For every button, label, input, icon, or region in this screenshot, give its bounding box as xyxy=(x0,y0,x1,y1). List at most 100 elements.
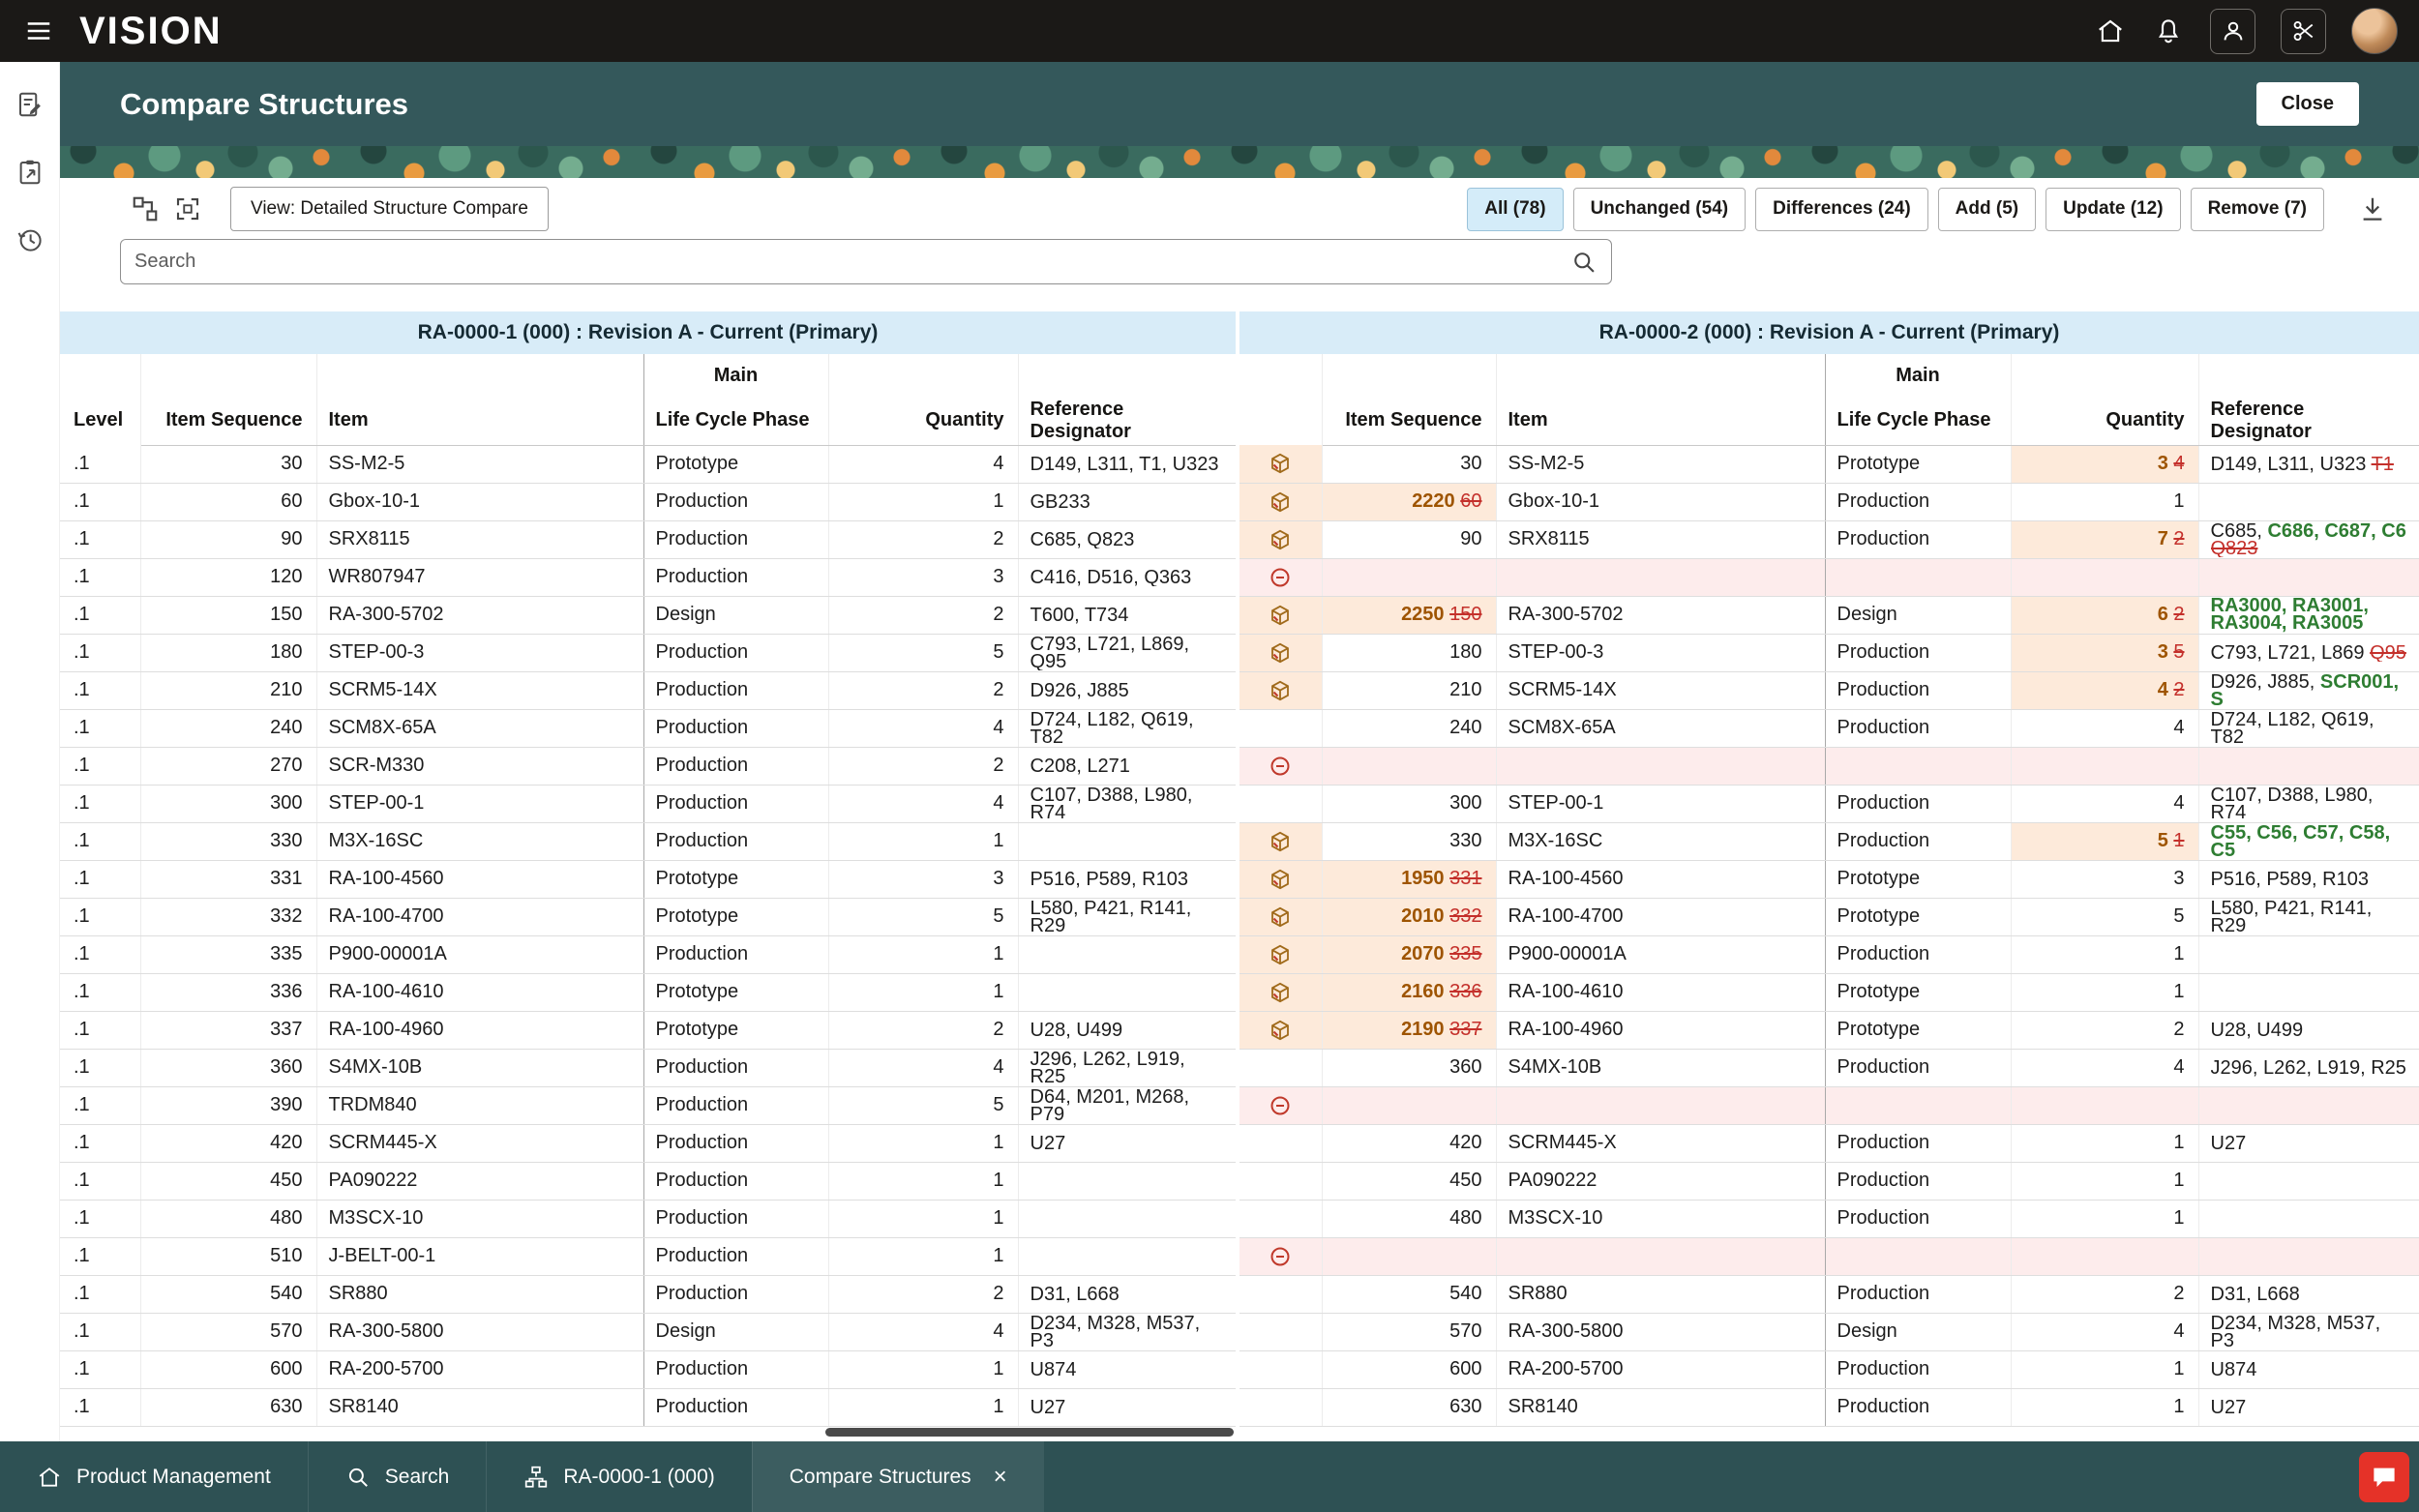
table-row[interactable]: .1120WR807947Production3C416, D516, Q363 xyxy=(60,558,2419,596)
table-row[interactable]: .1480M3SCX-10Production1480M3SCX-10Produ… xyxy=(60,1200,2419,1237)
level-cell: .1 xyxy=(60,1350,140,1388)
reference-designator-cell: D31, L668 xyxy=(1018,1275,1238,1313)
table-row[interactable]: .1331RA-100-4560Prototype3P516, P589, R1… xyxy=(60,860,2419,898)
reference-designator-cell: U27 xyxy=(1018,1388,1238,1426)
taskbar-item-search[interactable]: Search xyxy=(308,1441,487,1512)
expand-icon[interactable] xyxy=(166,188,209,230)
table-row[interactable]: .1630SR8140Production1U27630SR8140Produc… xyxy=(60,1388,2419,1426)
filter-chip-differences-24[interactable]: Differences (24) xyxy=(1755,188,1928,231)
item-sequence-cell: 2070 335 xyxy=(1322,935,1496,973)
taskbar: Product ManagementSearchRA-0000-1 (000)C… xyxy=(0,1441,2419,1512)
life-cycle-phase-cell: Production xyxy=(643,520,828,558)
removed-empty-cell xyxy=(1496,558,1825,596)
filter-chip-remove-7[interactable]: Remove (7) xyxy=(2191,188,2324,231)
level-cell: .1 xyxy=(60,1162,140,1200)
level-cell: .1 xyxy=(60,1086,140,1124)
close-tab-icon[interactable]: × xyxy=(994,1466,1007,1489)
table-row[interactable]: .1330M3X-16SCProduction1330M3X-16SCProdu… xyxy=(60,822,2419,860)
removed-empty-cell xyxy=(1322,747,1496,785)
table-row[interactable]: .1332RA-100-4700Prototype5L580, P421, R1… xyxy=(60,898,2419,935)
table-row[interactable]: .1336RA-100-4610Prototype12160 336RA-100… xyxy=(60,973,2419,1011)
clipboard-export-icon[interactable] xyxy=(15,157,45,188)
table-row[interactable]: .1360S4MX-10BProduction4J296, L262, L919… xyxy=(60,1049,2419,1086)
chat-button[interactable] xyxy=(2359,1452,2409,1502)
table-row[interactable]: .1270SCR-M330Production2C208, L271 xyxy=(60,747,2419,785)
table-row[interactable]: .1510J-BELT-00-1Production1 xyxy=(60,1237,2419,1275)
table-row[interactable]: .1150RA-300-5702Design2T600, T7342250 15… xyxy=(60,596,2419,634)
notifications-bell-icon[interactable] xyxy=(2152,15,2185,47)
item-sequence-cell: 360 xyxy=(1322,1049,1496,1086)
change-indicator-cell xyxy=(1238,1049,1322,1086)
column-header-life-cycle-phase-left[interactable]: Life Cycle Phase xyxy=(643,397,828,445)
reference-designator-cell: D234, M328, M537, P3 xyxy=(1018,1313,1238,1350)
table-row[interactable]: .130SS-M2-5Prototype4D149, L311, T1, U32… xyxy=(60,445,2419,483)
reference-designator-cell: C793, L721, L869, Q95 xyxy=(1018,634,1238,671)
hierarchy-icon[interactable] xyxy=(124,188,166,230)
table-row[interactable]: .1240SCM8X-65AProduction4D724, L182, Q61… xyxy=(60,709,2419,747)
table-row[interactable]: .160Gbox-10-1Production1GB2332220 60Gbox… xyxy=(60,483,2419,520)
taskbar-item-ra-0000-1-000[interactable]: RA-0000-1 (000) xyxy=(486,1441,751,1512)
filter-chip-add-5[interactable]: Add (5) xyxy=(1938,188,2036,231)
table-row[interactable]: .1337RA-100-4960Prototype2U28, U4992190 … xyxy=(60,1011,2419,1049)
table-row[interactable]: .1450PA090222Production1450PA090222Produ… xyxy=(60,1162,2419,1200)
avatar[interactable] xyxy=(2351,8,2398,54)
life-cycle-phase-cell: Production xyxy=(643,483,828,520)
reference-designator-cell xyxy=(1018,935,1238,973)
item-sequence-cell: 420 xyxy=(1322,1124,1496,1162)
life-cycle-phase-cell: Production xyxy=(643,558,828,596)
update-indicator-cell xyxy=(1238,898,1322,935)
table-row[interactable]: .1540SR880Production2D31, L668540SR880Pr… xyxy=(60,1275,2419,1313)
update-change-icon xyxy=(1269,490,1292,514)
audit-form-icon[interactable] xyxy=(15,89,45,120)
column-header-item-right[interactable]: Item xyxy=(1496,397,1825,445)
table-row[interactable]: .1210SCRM5-14XProduction2D926, J885210SC… xyxy=(60,671,2419,709)
download-icon[interactable] xyxy=(2351,188,2394,230)
reference-designator-cell: U874 xyxy=(1018,1350,1238,1388)
view-selector-button[interactable]: View: Detailed Structure Compare xyxy=(230,187,549,231)
cut-tools-button[interactable] xyxy=(2281,9,2326,54)
search-icon[interactable] xyxy=(1570,249,1598,276)
close-button[interactable]: Close xyxy=(2256,82,2359,126)
item-sequence-cell: 630 xyxy=(1322,1388,1496,1426)
table-row[interactable]: .1180STEP-00-3Production5C793, L721, L86… xyxy=(60,634,2419,671)
table-row[interactable]: .1420SCRM445-XProduction1U27420SCRM445-X… xyxy=(60,1124,2419,1162)
table-row[interactable]: .1335P900-00001AProduction12070 335P900-… xyxy=(60,935,2419,973)
table-row[interactable]: .1390TRDM840Production5D64, M201, M268, … xyxy=(60,1086,2419,1124)
removed-empty-cell xyxy=(2011,747,2198,785)
table-row[interactable]: .1600RA-200-5700Production1U874600RA-200… xyxy=(60,1350,2419,1388)
filter-chips: All (78)Unchanged (54)Differences (24)Ad… xyxy=(1467,188,2324,231)
quantity-cell: 2 xyxy=(828,596,1018,634)
column-header-life-cycle-phase-right[interactable]: Life Cycle Phase xyxy=(1825,397,2011,445)
column-header-item-sequence-right[interactable]: Item Sequence xyxy=(1322,397,1496,445)
item-sequence-cell: 331 xyxy=(140,860,316,898)
column-header-item-left[interactable]: Item xyxy=(316,397,643,445)
table-row[interactable]: .1300STEP-00-1Production4C107, D388, L98… xyxy=(60,785,2419,822)
topbar-actions xyxy=(2094,8,2398,54)
quantity-cell: 3 5 xyxy=(2011,634,2198,671)
remove-change-icon xyxy=(1269,755,1292,778)
column-header-reference-designator-right[interactable]: Reference Designator xyxy=(2198,397,2419,445)
person-icon xyxy=(2220,17,2247,44)
column-header-quantity-right[interactable]: Quantity xyxy=(2011,397,2198,445)
filter-chip-unchanged-54[interactable]: Unchanged (54) xyxy=(1573,188,1747,231)
filter-chip-update-12[interactable]: Update (12) xyxy=(2046,188,2180,231)
user-tools-button[interactable] xyxy=(2210,9,2255,54)
home-icon[interactable] xyxy=(2094,15,2127,47)
quantity-cell: 1 xyxy=(828,1350,1018,1388)
filter-chip-all-78[interactable]: All (78) xyxy=(1467,188,1563,231)
column-header-item-sequence-left[interactable]: Item Sequence xyxy=(140,397,316,445)
column-header-quantity-left[interactable]: Quantity xyxy=(828,397,1018,445)
quantity-cell: 5 xyxy=(828,898,1018,935)
horizontal-scrollbar[interactable] xyxy=(825,1428,1234,1437)
table-row[interactable]: .1570RA-300-5800Design4D234, M328, M537,… xyxy=(60,1313,2419,1350)
column-header-reference-designator-left[interactable]: Reference Designator xyxy=(1018,397,1238,445)
item-sequence-cell: 450 xyxy=(140,1162,316,1200)
taskbar-item-product-management[interactable]: Product Management xyxy=(0,1441,308,1512)
search-input[interactable] xyxy=(134,251,1570,273)
reference-designator-cell xyxy=(1018,822,1238,860)
table-row[interactable]: .190SRX8115Production2C685, Q82390SRX811… xyxy=(60,520,2419,558)
hamburger-menu-icon[interactable] xyxy=(21,14,56,48)
history-clock-icon[interactable] xyxy=(15,224,45,255)
item-cell: RA-200-5700 xyxy=(1496,1350,1825,1388)
taskbar-item-compare-structures[interactable]: Compare Structures× xyxy=(752,1441,1044,1512)
